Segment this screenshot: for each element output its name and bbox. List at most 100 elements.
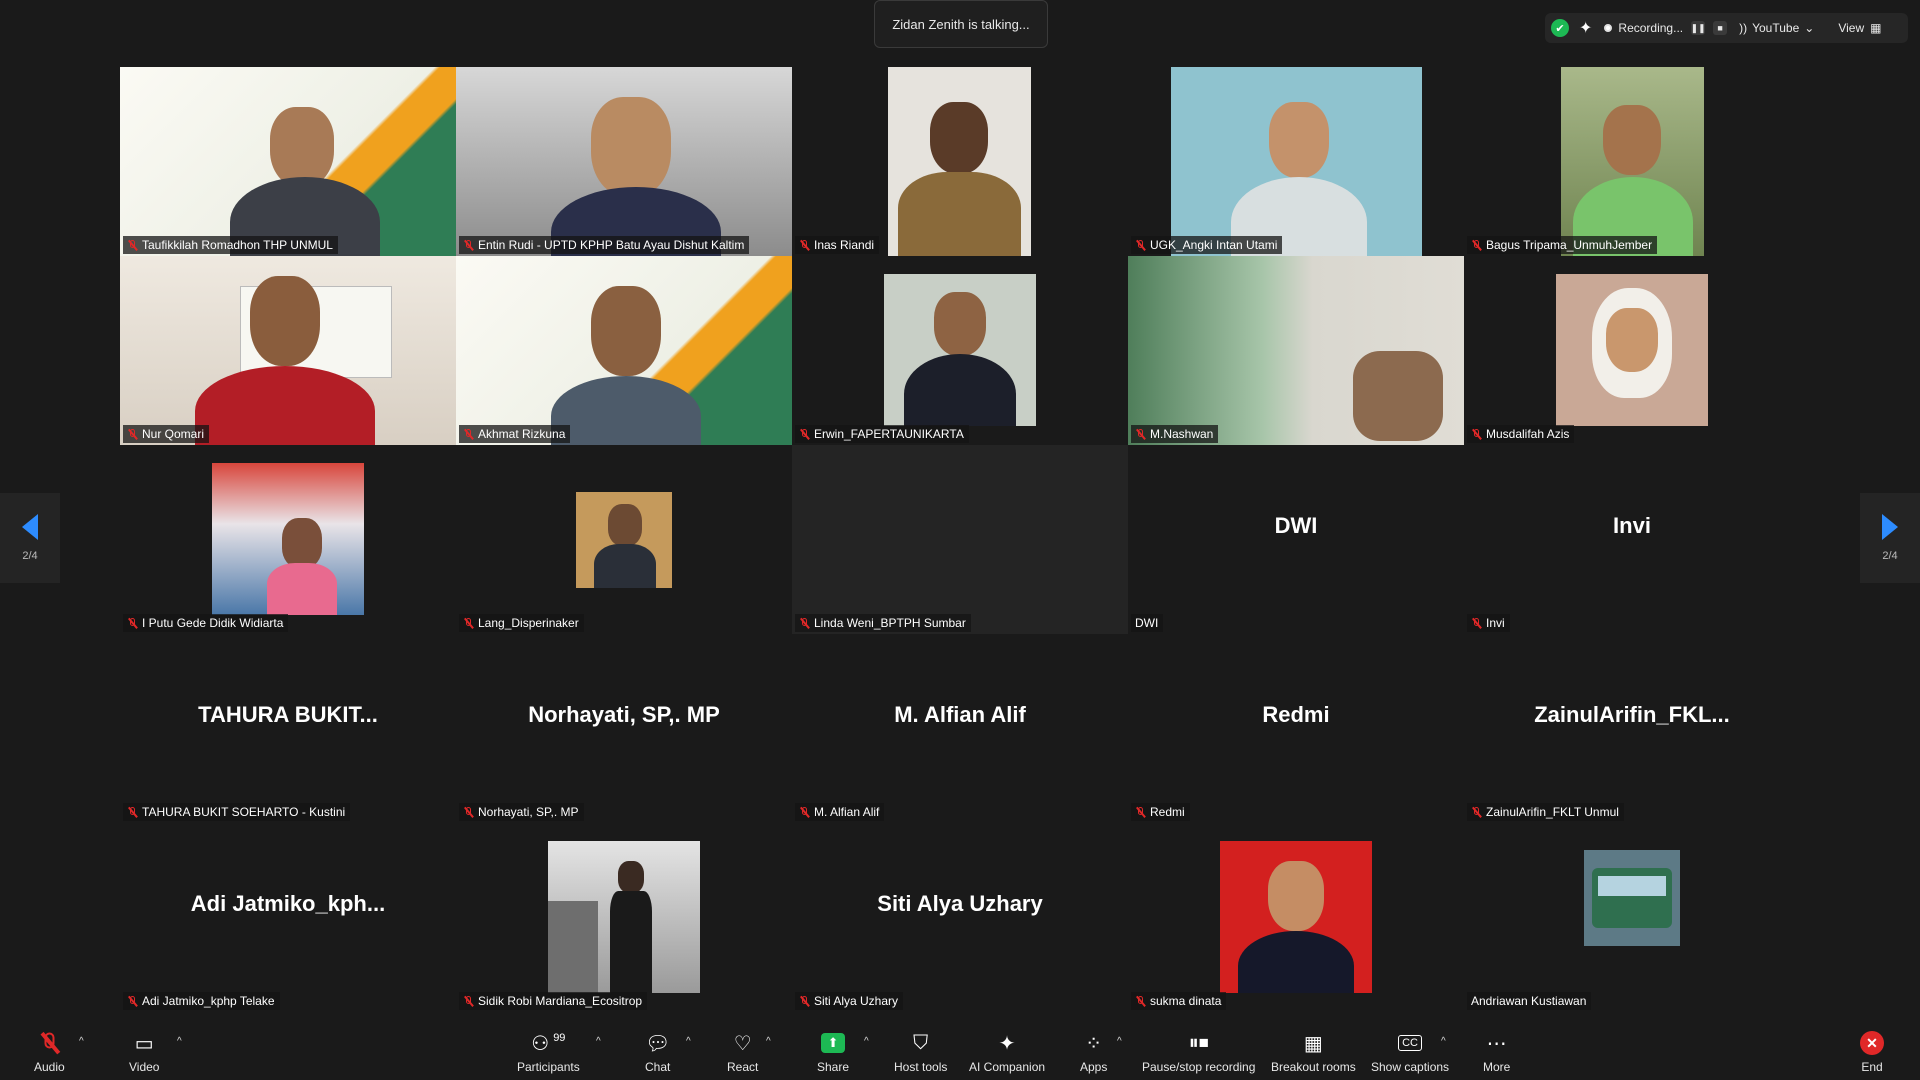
- mic-muted-icon: [127, 995, 138, 1007]
- pause-recording-icon[interactable]: ❚❚: [1691, 21, 1706, 35]
- participant-display-name: DWI: [1274, 513, 1318, 538]
- participant-name-tag: Adi Jatmiko_kphp Telake: [123, 992, 280, 1010]
- chat-button[interactable]: 💬︎ Chat: [645, 1030, 671, 1075]
- mic-muted-icon: [127, 617, 138, 629]
- participant-name-tag: Bagus Tripama_UnmuhJember: [1467, 236, 1658, 254]
- react-options-chevron-icon[interactable]: ^: [766, 1036, 771, 1047]
- next-page-button[interactable]: 2/4: [1860, 493, 1920, 583]
- participant-display-name: Adi Jatmiko_kph...: [190, 891, 386, 916]
- mic-muted-icon: [799, 428, 810, 440]
- breakout-rooms-button[interactable]: ▦ Breakout rooms: [1271, 1030, 1356, 1075]
- video-feed: [1128, 256, 1464, 445]
- view-label: View: [1838, 21, 1865, 35]
- participant-name-tag: Akhmat Rizkuna: [459, 425, 571, 443]
- video-feed: [1220, 841, 1372, 993]
- video-feed: [456, 67, 792, 256]
- security-shield-icon[interactable]: ✔: [1551, 19, 1569, 37]
- participant-name-tag: TAHURA BUKIT SOEHARTO - Kustini: [123, 803, 351, 821]
- mic-muted-icon: [1471, 239, 1482, 251]
- pause-stop-recording-button[interactable]: ⏸⏹ Pause/stop recording: [1142, 1030, 1255, 1075]
- participant-name-tag: Andriawan Kustiawan: [1467, 992, 1592, 1010]
- audio-button[interactable]: Audio: [34, 1030, 65, 1074]
- participant-tile[interactable]: Erwin_FAPERTAUNIKARTA: [792, 256, 1128, 445]
- participant-tile[interactable]: Adi Jatmiko_kph... Adi Jatmiko_kphp Tela…: [120, 823, 456, 1012]
- participant-tile[interactable]: Sidik Robi Mardiana_Ecositrop: [456, 823, 792, 1012]
- participants-button[interactable]: ⚇ 99 Participants: [517, 1030, 580, 1074]
- participant-tile[interactable]: DWI DWI: [1128, 445, 1464, 634]
- view-button[interactable]: View ▦: [1838, 21, 1881, 35]
- participant-tile[interactable]: Bagus Tripama_UnmuhJember: [1464, 67, 1800, 256]
- end-button[interactable]: ✕ End: [1860, 1030, 1884, 1074]
- mic-muted-icon: [799, 995, 810, 1007]
- participant-tile[interactable]: M. Alfian Alif M. Alfian Alif: [792, 634, 1128, 823]
- ai-companion-button[interactable]: ✦ AI Companion: [969, 1030, 1045, 1075]
- participant-tile[interactable]: Taufikkilah Romadhon THP UNMUL: [120, 67, 456, 256]
- video-feed: [456, 256, 792, 445]
- participant-display-name: Siti Alya Uzhary: [877, 891, 1043, 916]
- participant-tile[interactable]: Invi Invi: [1464, 445, 1800, 634]
- show-captions-button[interactable]: CC Show captions: [1371, 1030, 1449, 1074]
- sparkle-icon: ✦: [998, 1032, 1016, 1055]
- participant-tile[interactable]: I Putu Gede Didik Widiarta: [120, 445, 456, 634]
- participant-tile[interactable]: Inas Riandi: [792, 67, 1128, 256]
- meeting-status-bar: ✔ ✦ Recording... ❚❚ ■ )) YouTube ⌄ View …: [1545, 13, 1908, 43]
- participant-name-tag: Musdalifah Azis: [1467, 425, 1575, 443]
- participant-name-tag: Linda Weni_BPTPH Sumbar: [795, 614, 971, 632]
- video-button[interactable]: ▭ Video: [129, 1030, 159, 1075]
- react-button[interactable]: ♡ React: [727, 1030, 758, 1075]
- participant-tile[interactable]: UGK_Angki Intan Utami: [1128, 67, 1464, 256]
- mic-muted-icon: [799, 806, 810, 818]
- livestream-icon: )): [1739, 21, 1748, 35]
- share-screen-icon: ⬆: [821, 1030, 846, 1056]
- participant-name-tag: Erwin_FAPERTAUNIKARTA: [795, 425, 969, 443]
- participant-display-name: Norhayati, SP,. MP: [528, 702, 720, 727]
- video-feed: [212, 463, 364, 615]
- participant-name-tag: Redmi: [1131, 803, 1190, 821]
- audio-options-chevron-icon[interactable]: ^: [79, 1036, 84, 1047]
- video-options-chevron-icon[interactable]: ^: [177, 1036, 182, 1047]
- mic-muted-icon: [463, 995, 474, 1007]
- participant-name-tag: Invi: [1467, 614, 1510, 632]
- participant-tile[interactable]: M.Nashwan: [1128, 256, 1464, 445]
- stop-recording-icon[interactable]: ■: [1713, 21, 1728, 35]
- participant-tile[interactable]: Norhayati, SP,. MP Norhayati, SP,. MP: [456, 634, 792, 823]
- share-options-chevron-icon[interactable]: ^: [864, 1036, 869, 1047]
- participant-tile[interactable]: Nur Qomari: [120, 256, 456, 445]
- participant-tile[interactable]: Lang_Disperinaker: [456, 445, 792, 634]
- camera-icon: ▭: [134, 1032, 154, 1055]
- participant-tile[interactable]: TAHURA BUKIT... TAHURA BUKIT SOEHARTO - …: [120, 634, 456, 823]
- captions-options-chevron-icon[interactable]: ^: [1441, 1036, 1446, 1047]
- host-tools-button[interactable]: ⛉ Host tools: [894, 1030, 947, 1075]
- apps-button[interactable]: ⁘ Apps: [1080, 1030, 1107, 1075]
- participant-tile[interactable]: Entin Rudi - UPTD KPHP Batu Ayau Dishut …: [456, 67, 792, 256]
- chat-icon: 💬︎: [645, 1032, 671, 1055]
- participant-tile[interactable]: Akhmat Rizkuna: [456, 256, 792, 445]
- participant-tile[interactable]: ZainulArifin_FKL... ZainulArifin_FKLT Un…: [1464, 634, 1800, 823]
- ai-sparkle-icon[interactable]: ✦: [1579, 18, 1592, 38]
- more-button[interactable]: ⋯ More: [1483, 1030, 1510, 1075]
- participant-tile[interactable]: Andriawan Kustiawan: [1464, 823, 1800, 1012]
- livestream-label: YouTube: [1752, 21, 1800, 35]
- share-button[interactable]: ⬆ Share: [817, 1030, 849, 1074]
- mic-muted-icon: [127, 806, 138, 818]
- participant-tile[interactable]: Linda Weni_BPTPH Sumbar: [792, 445, 1128, 634]
- livestream-dropdown[interactable]: )) YouTube ⌄: [1739, 21, 1814, 35]
- participant-tile[interactable]: sukma dinata: [1128, 823, 1464, 1012]
- participant-display-name: M. Alfian Alif: [894, 702, 1026, 727]
- chat-options-chevron-icon[interactable]: ^: [686, 1036, 691, 1047]
- mic-muted-icon: [1471, 617, 1482, 629]
- participant-name-tag: Norhayati, SP,. MP: [459, 803, 584, 821]
- apps-options-chevron-icon[interactable]: ^: [1117, 1036, 1122, 1047]
- participants-options-chevron-icon[interactable]: ^: [596, 1036, 601, 1047]
- mic-muted-icon: [463, 428, 474, 440]
- participant-display-name: Redmi: [1262, 702, 1330, 727]
- mic-muted-icon: [127, 239, 138, 251]
- mic-muted-icon: [1135, 995, 1146, 1007]
- previous-page-button[interactable]: 2/4: [0, 493, 60, 583]
- mic-muted-icon: [463, 806, 474, 818]
- participant-name-tag: Taufikkilah Romadhon THP UNMUL: [123, 236, 338, 254]
- participant-tile[interactable]: Musdalifah Azis: [1464, 256, 1800, 445]
- participant-tile[interactable]: Redmi Redmi: [1128, 634, 1464, 823]
- participant-tile[interactable]: Siti Alya Uzhary Siti Alya Uzhary: [792, 823, 1128, 1012]
- video-feed: [120, 67, 456, 256]
